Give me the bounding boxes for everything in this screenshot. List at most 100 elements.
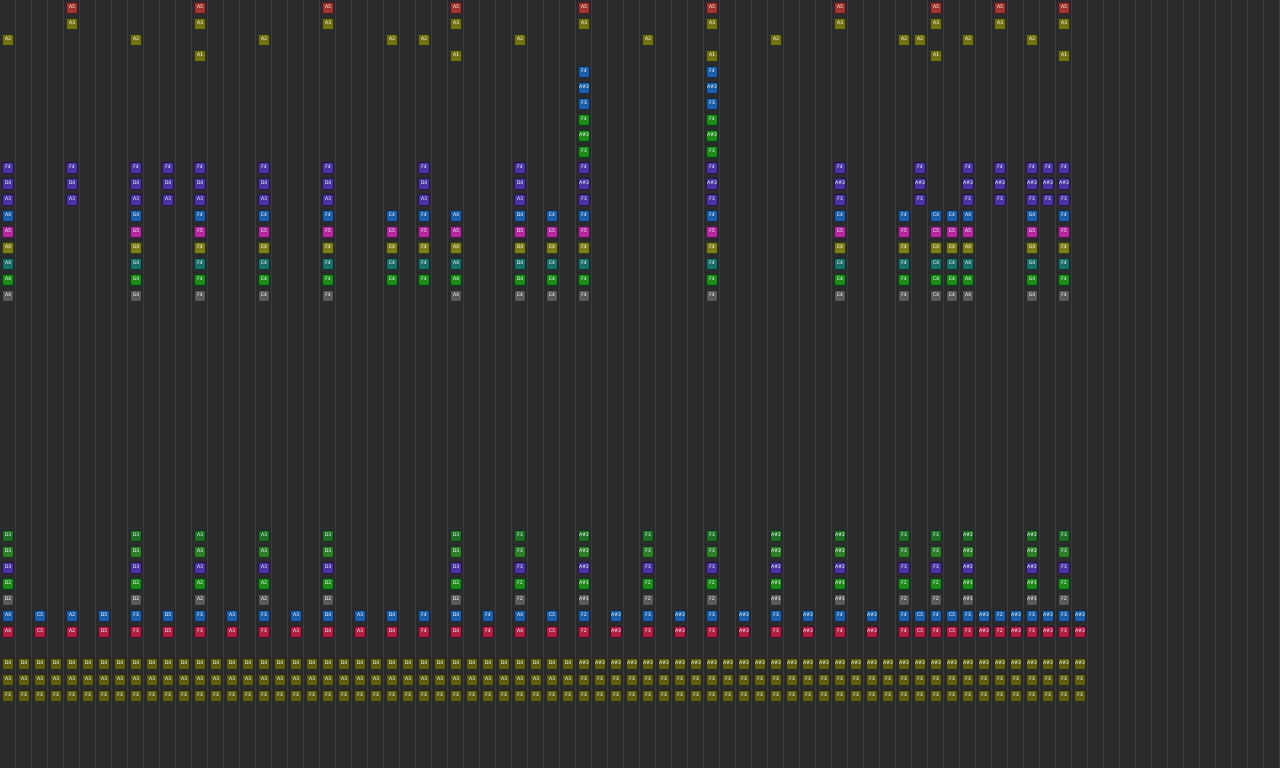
note-block[interactable]: A5 xyxy=(194,2,206,14)
note-block[interactable]: A2 xyxy=(514,34,526,46)
note-block[interactable]: F4 xyxy=(834,610,846,622)
note-block[interactable]: A#3 xyxy=(1026,658,1038,670)
note-block[interactable]: F4 xyxy=(706,162,718,174)
note-block[interactable]: A3 xyxy=(994,18,1006,30)
note-block[interactable]: D4 xyxy=(498,658,510,670)
note-block[interactable]: F4 xyxy=(418,242,430,254)
note-block[interactable]: F3 xyxy=(930,562,942,574)
note-block[interactable]: D4 xyxy=(514,658,526,670)
note-block[interactable]: A#3 xyxy=(962,658,974,670)
note-block[interactable]: A3 xyxy=(562,674,574,686)
note-block[interactable]: F3 xyxy=(562,690,574,702)
note-block[interactable]: F3 xyxy=(594,690,606,702)
note-block[interactable]: E4 xyxy=(946,258,958,270)
note-block[interactable]: A4 xyxy=(962,210,974,222)
note-block[interactable]: D2 xyxy=(450,578,462,590)
note-block[interactable]: F3 xyxy=(690,674,702,686)
note-block[interactable]: A5 xyxy=(994,2,1006,14)
note-block[interactable]: F3 xyxy=(786,674,798,686)
note-block[interactable]: F3 xyxy=(274,690,286,702)
note-block[interactable]: A#2 xyxy=(834,546,846,558)
note-block[interactable]: A3 xyxy=(434,674,446,686)
note-block[interactable]: A#3 xyxy=(978,626,990,638)
note-block[interactable]: A#3 xyxy=(1042,626,1054,638)
note-block[interactable]: A2 xyxy=(962,34,974,46)
note-block[interactable]: F3 xyxy=(290,690,302,702)
note-block[interactable]: F3 xyxy=(1026,690,1038,702)
note-block[interactable]: F4 xyxy=(706,242,718,254)
note-block[interactable]: F3 xyxy=(514,562,526,574)
note-block[interactable]: F4 xyxy=(578,258,590,270)
note-block[interactable]: A3 xyxy=(98,674,110,686)
note-block[interactable]: F4 xyxy=(1058,210,1070,222)
note-block[interactable]: F3 xyxy=(34,690,46,702)
note-block[interactable]: F3 xyxy=(194,626,206,638)
note-block[interactable]: G4 xyxy=(1026,274,1038,286)
note-block[interactable]: F3 xyxy=(722,690,734,702)
note-block[interactable]: D4 xyxy=(386,626,398,638)
note-block[interactable]: A#3 xyxy=(786,658,798,670)
note-block[interactable]: D5 xyxy=(162,610,174,622)
note-block[interactable]: A3 xyxy=(162,674,174,686)
note-block[interactable]: A2 xyxy=(258,34,270,46)
note-block[interactable]: A2 xyxy=(258,594,270,606)
note-block[interactable]: C5 xyxy=(914,626,926,638)
note-block[interactable]: A#2 xyxy=(962,562,974,574)
note-block[interactable]: F3 xyxy=(690,690,702,702)
note-block[interactable]: F3 xyxy=(738,674,750,686)
note-block[interactable]: E4 xyxy=(514,290,526,302)
note-block[interactable]: D2 xyxy=(130,578,142,590)
note-block[interactable]: E4 xyxy=(258,258,270,270)
note-block[interactable]: D4 xyxy=(322,658,334,670)
note-block[interactable]: F3 xyxy=(450,690,462,702)
note-block[interactable]: A3 xyxy=(66,194,78,206)
note-block[interactable]: F3 xyxy=(962,610,974,622)
note-block[interactable]: F3 xyxy=(642,546,654,558)
note-block[interactable]: F3 xyxy=(754,690,766,702)
note-block[interactable]: F4 xyxy=(706,114,718,126)
note-block[interactable]: A#3 xyxy=(658,658,670,670)
note-block[interactable]: E4 xyxy=(386,258,398,270)
note-block[interactable]: A#3 xyxy=(610,626,622,638)
note-block[interactable]: A3 xyxy=(546,674,558,686)
note-block[interactable]: F3 xyxy=(338,690,350,702)
note-block[interactable]: F3 xyxy=(658,674,670,686)
note-block[interactable]: A#3 xyxy=(930,658,942,670)
note-block[interactable]: F4 xyxy=(930,610,942,622)
note-block[interactable]: F3 xyxy=(770,610,782,622)
note-block[interactable]: A#3 xyxy=(578,178,590,190)
note-block[interactable]: A#3 xyxy=(978,610,990,622)
note-block[interactable]: F3 xyxy=(370,690,382,702)
note-block[interactable]: F2 xyxy=(706,594,718,606)
note-block[interactable]: A#3 xyxy=(706,130,718,142)
note-block[interactable]: F4 xyxy=(706,274,718,286)
note-block[interactable]: A4 xyxy=(514,626,526,638)
note-block[interactable]: A#3 xyxy=(1074,626,1086,638)
note-block[interactable]: D3 xyxy=(2,562,14,574)
note-block[interactable]: F5 xyxy=(194,226,206,238)
note-block[interactable]: F4 xyxy=(962,162,974,174)
piano-roll-grid[interactable]: A2 F4 D4 A3 A4 A5 A4 A4 A4 A4 D3 D3 D3 D2 D2 A4 A4 D4 A3 F3… xyxy=(0,0,1280,768)
note-block[interactable]: D4 xyxy=(450,626,462,638)
note-block[interactable]: A5 xyxy=(66,2,78,14)
note-block[interactable]: A#2 xyxy=(578,546,590,558)
note-block[interactable]: F3 xyxy=(1058,626,1070,638)
note-block[interactable]: A#2 xyxy=(1026,530,1038,542)
note-block[interactable]: A#3 xyxy=(674,610,686,622)
note-block[interactable]: F3 xyxy=(882,674,894,686)
note-block[interactable]: F3 xyxy=(2,690,14,702)
note-block[interactable]: C5 xyxy=(546,626,558,638)
note-block[interactable]: D3 xyxy=(450,546,462,558)
note-block[interactable]: F3 xyxy=(1058,674,1070,686)
note-block[interactable]: A3 xyxy=(130,674,142,686)
note-block[interactable]: A3 xyxy=(258,194,270,206)
note-block[interactable]: E4 xyxy=(834,210,846,222)
note-block[interactable]: A#3 xyxy=(578,82,590,94)
note-block[interactable]: A#3 xyxy=(962,178,974,190)
note-block[interactable]: A#3 xyxy=(978,658,990,670)
note-block[interactable]: A#3 xyxy=(802,626,814,638)
note-block[interactable]: D4 xyxy=(562,658,574,670)
note-block[interactable]: A3 xyxy=(242,674,254,686)
note-block[interactable]: A4 xyxy=(2,274,14,286)
note-block[interactable]: F3 xyxy=(882,690,894,702)
